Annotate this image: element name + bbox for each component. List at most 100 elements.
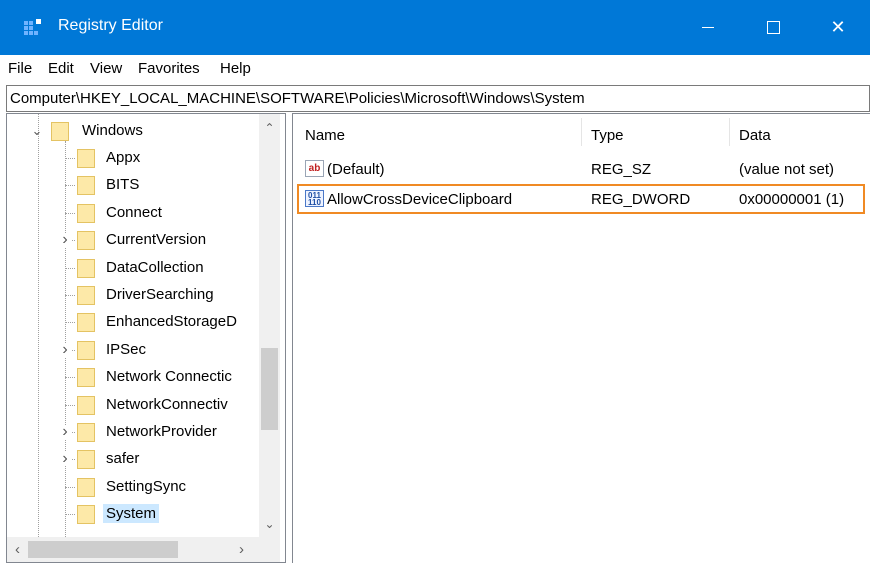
- tree-expander-empty: [59, 206, 71, 220]
- scroll-up-icon[interactable]: ⌃: [259, 120, 280, 137]
- value-row-allowcrossdeviceclipboard[interactable]: 011 110 AllowCrossDeviceClipboard REG_DW…: [297, 184, 865, 214]
- tree-item-label: System: [103, 504, 160, 523]
- tree-item-networkprovider[interactable]: › NetworkProvider: [7, 419, 267, 446]
- tree-expander-empty: [59, 507, 71, 521]
- tree-item-label: DriverSearching: [106, 286, 214, 303]
- folder-icon: [77, 396, 95, 415]
- value-row-default[interactable]: ab (Default) REG_SZ (value not set): [297, 156, 865, 183]
- value-type: REG_SZ: [591, 161, 652, 178]
- tree-item-windows[interactable]: ⌄ Windows: [7, 118, 267, 145]
- expand-icon[interactable]: ›: [59, 424, 71, 440]
- menu-edit[interactable]: Edit: [48, 60, 74, 77]
- column-header-type[interactable]: Type: [591, 127, 624, 144]
- tree-item-label: safer: [106, 450, 140, 467]
- folder-icon: [77, 204, 95, 223]
- column-header-name[interactable]: Name: [305, 127, 345, 144]
- value-type: REG_DWORD: [591, 191, 691, 208]
- expand-icon[interactable]: ›: [59, 451, 71, 467]
- folder-icon: [77, 450, 95, 469]
- close-icon: ✕: [830, 17, 846, 37]
- tree-item-label: Appx: [106, 149, 141, 166]
- tree-item-label: EnhancedStorageD: [106, 313, 237, 330]
- tree-item-label: CurrentVersion: [106, 231, 207, 248]
- tree-item-label: DataCollection: [106, 259, 204, 276]
- menu-help[interactable]: Help: [220, 60, 251, 77]
- tree-item-networkconnectiv[interactable]: NetworkConnectiv: [7, 392, 267, 419]
- tree-item-ipsec[interactable]: › IPSec: [7, 337, 267, 364]
- menu-file[interactable]: File: [8, 60, 32, 77]
- menu-view[interactable]: View: [90, 60, 122, 77]
- tree-item-connect[interactable]: Connect: [7, 200, 267, 227]
- tree-item-label: IPSec: [106, 341, 147, 358]
- tree-item-system[interactable]: System: [7, 501, 267, 528]
- tree-item-enhancedstoraged[interactable]: EnhancedStorageD: [7, 309, 267, 336]
- tree-item-network-connectic[interactable]: Network Connectic: [7, 364, 267, 391]
- column-header-data[interactable]: Data: [739, 127, 771, 144]
- folder-icon: [77, 368, 95, 387]
- tree-item-label: BITS: [106, 176, 140, 193]
- collapse-icon[interactable]: ⌄: [31, 124, 43, 138]
- expand-icon[interactable]: ›: [59, 342, 71, 358]
- folder-icon: [77, 176, 95, 195]
- horizontal-scroll-thumb[interactable]: [28, 541, 178, 558]
- maximize-icon: [766, 21, 780, 34]
- scrollbar-corner: [259, 537, 280, 562]
- value-name: AllowCrossDeviceClipboard: [327, 191, 513, 208]
- tree-item-settingsync[interactable]: SettingSync: [7, 474, 267, 501]
- folder-icon: [77, 505, 95, 524]
- tree-horizontal-scrollbar[interactable]: ‹ ›: [7, 537, 280, 562]
- expand-icon[interactable]: ›: [59, 232, 71, 248]
- close-button[interactable]: ✕: [815, 0, 861, 55]
- tree-item-label: Windows: [82, 122, 143, 139]
- tree-item-label: SettingSync: [106, 478, 187, 495]
- string-value-icon: ab: [305, 160, 324, 177]
- column-separator[interactable]: [729, 118, 730, 146]
- address-path: Computer\HKEY_LOCAL_MACHINE\SOFTWARE\Pol…: [10, 90, 585, 107]
- values-pane[interactable]: Name Type Data ab (Default) REG_SZ (valu…: [292, 113, 870, 563]
- tree-item-safer[interactable]: › safer: [7, 446, 267, 473]
- tree-expander-empty: [59, 151, 71, 165]
- menu-bar: File Edit View Favorites Help: [0, 55, 870, 82]
- folder-icon: [77, 286, 95, 305]
- title-bar: Registry Editor ✕: [0, 0, 870, 55]
- minimize-icon: [702, 27, 714, 28]
- tree-expander-empty: [59, 178, 71, 192]
- scroll-down-icon[interactable]: ⌄: [259, 516, 280, 533]
- folder-icon: [77, 423, 95, 442]
- folder-icon: [77, 313, 95, 332]
- tree-expander-empty: [59, 261, 71, 275]
- tree-item-appx[interactable]: Appx: [7, 145, 267, 172]
- folder-icon: [77, 231, 95, 250]
- registry-editor-icon: [24, 19, 41, 35]
- folder-icon: [51, 122, 69, 141]
- dword-value-icon: 011 110: [305, 190, 324, 207]
- menu-favorites[interactable]: Favorites: [138, 60, 200, 77]
- folder-icon: [77, 341, 95, 360]
- key-tree-pane[interactable]: ⌄ Windows Appx BITS Connect › CurrentVersion…: [6, 113, 286, 563]
- scroll-left-icon[interactable]: ‹: [9, 541, 26, 558]
- column-separator[interactable]: [581, 118, 582, 146]
- tree-item-driversearching[interactable]: DriverSearching: [7, 282, 267, 309]
- tree-vertical-scrollbar[interactable]: ⌃ ⌄: [259, 114, 280, 537]
- tree-expander-empty: [59, 288, 71, 302]
- tree-expander-empty: [59, 398, 71, 412]
- address-bar[interactable]: Computer\HKEY_LOCAL_MACHINE\SOFTWARE\Pol…: [6, 85, 870, 112]
- minimize-button[interactable]: [685, 0, 731, 55]
- value-data: (value not set): [739, 161, 835, 178]
- tree-item-bits[interactable]: BITS: [7, 172, 267, 199]
- folder-icon: [77, 478, 95, 497]
- folder-icon: [77, 149, 95, 168]
- tree-item-label: NetworkConnectiv: [106, 396, 228, 413]
- tree-expander-empty: [59, 315, 71, 329]
- tree-item-datacollection[interactable]: DataCollection: [7, 255, 267, 282]
- tree-item-currentversion[interactable]: › CurrentVersion: [7, 227, 267, 254]
- value-name: (Default): [327, 161, 385, 178]
- value-data: 0x00000001 (1): [739, 191, 845, 208]
- vertical-scroll-thumb[interactable]: [261, 348, 278, 430]
- scroll-right-icon[interactable]: ›: [233, 541, 250, 558]
- tree-expander-empty: [59, 370, 71, 384]
- window-title: Registry Editor: [58, 17, 163, 34]
- tree-expander-empty: [59, 480, 71, 494]
- maximize-button[interactable]: [750, 0, 796, 55]
- folder-icon: [77, 259, 95, 278]
